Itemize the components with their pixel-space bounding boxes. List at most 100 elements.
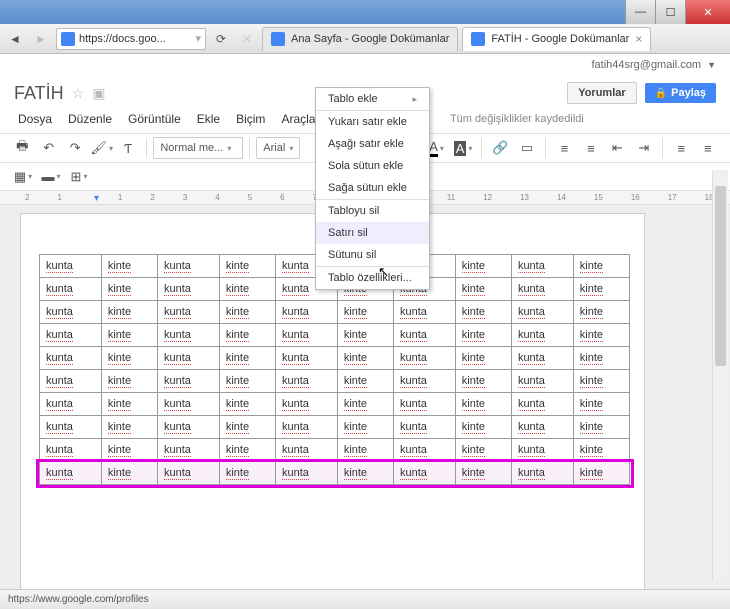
outdent-icon[interactable]: ⇤ [605,136,629,160]
menu-ekle[interactable]: Ekle [189,109,228,129]
table-cell[interactable]: kinte [573,370,629,393]
table-cell[interactable]: kunta [157,278,219,301]
table-cell[interactable]: kunta [511,347,573,370]
merge-icon[interactable]: ▬ [38,165,64,189]
table-cell[interactable]: kunta [511,370,573,393]
table-cell[interactable]: kunta [393,301,455,324]
print-icon[interactable]: 🖶 [10,136,34,160]
table-cell[interactable]: kinte [573,278,629,301]
scrollbar-thumb[interactable] [715,186,726,366]
table-cell[interactable]: kunta [275,439,337,462]
table-cell[interactable]: kinte [455,347,511,370]
vertical-scrollbar[interactable] [712,170,728,580]
menu-item[interactable]: Yukarı satır ekle [316,111,429,133]
window-close-button[interactable]: ✕ [685,0,730,24]
table-cell[interactable]: kunta [40,278,102,301]
table-cell[interactable]: kunta [40,301,102,324]
table-cell[interactable]: kinte [101,462,157,485]
table-cell[interactable]: kunta [275,462,337,485]
redo-icon[interactable]: ↷ [63,136,87,160]
star-icon[interactable]: ☆ [72,85,85,102]
user-email[interactable]: fatih44srg@gmail.com [591,59,701,71]
numbered-list-icon[interactable]: ≡ [552,136,576,160]
table-cell[interactable]: kinte [455,255,511,278]
forward-icon[interactable]: ► [30,28,52,50]
table-cell[interactable]: kinte [455,324,511,347]
table-cell[interactable]: kinte [219,462,275,485]
table-cell[interactable]: kunta [511,255,573,278]
link-icon[interactable]: 🔗 [488,136,512,160]
window-maximize-button[interactable]: ☐ [655,0,685,24]
table-cell[interactable]: kunta [393,370,455,393]
table-cell[interactable]: kinte [219,416,275,439]
image-icon[interactable]: ▭ [515,136,539,160]
table-row[interactable]: kuntakintekuntakintekuntakintekuntakinte… [40,301,630,324]
refresh-icon[interactable]: ⟳ [210,28,232,50]
menu-item[interactable]: Aşağı satır ekle [316,133,429,155]
table-cell[interactable]: kinte [573,301,629,324]
table-cell[interactable]: kunta [511,301,573,324]
table-cell[interactable]: kunta [393,324,455,347]
table-cell[interactable]: kinte [337,347,393,370]
back-icon[interactable]: ◄ [4,28,26,50]
table-cell[interactable]: kunta [511,278,573,301]
table-cell[interactable]: kunta [511,462,573,485]
menu-item[interactable]: Satırı sil [316,222,429,244]
share-button[interactable]: 🔒 Paylaş [645,83,716,103]
table-cell[interactable]: kunta [157,301,219,324]
table-cell[interactable]: kinte [101,324,157,347]
table-cell[interactable]: kunta [40,255,102,278]
table-row[interactable]: kuntakintekuntakintekuntakintekuntakinte… [40,370,630,393]
ruler-marker-icon[interactable]: ▾ [94,193,99,204]
table-cell[interactable]: kunta [393,347,455,370]
table-cell[interactable]: kinte [455,439,511,462]
comments-button[interactable]: Yorumlar [567,82,636,104]
align-icon[interactable]: ≡ [669,136,693,160]
table-cell[interactable]: kunta [275,347,337,370]
table-row[interactable]: kuntakintekuntakintekuntakintekuntakinte… [40,462,630,485]
tab-close-icon[interactable]: × [635,32,642,46]
table-cell[interactable]: kinte [337,324,393,347]
table-cell[interactable]: kunta [511,439,573,462]
table-cell[interactable]: kinte [337,462,393,485]
table-cell[interactable]: kinte [573,462,629,485]
table-cell[interactable]: kinte [219,439,275,462]
table-cell[interactable]: kinte [573,393,629,416]
table-cell[interactable]: kinte [101,370,157,393]
menu-item[interactable]: Sola sütun ekle [316,155,429,177]
table-cell[interactable]: kunta [275,393,337,416]
table-cell[interactable]: kunta [40,462,102,485]
table-cell[interactable]: kunta [511,393,573,416]
table-cell[interactable]: kunta [40,347,102,370]
table-cell[interactable]: kinte [455,278,511,301]
table-cell[interactable]: kunta [393,462,455,485]
table-cell[interactable]: kunta [275,324,337,347]
table-cell[interactable]: kunta [157,393,219,416]
table-cell[interactable]: kunta [157,347,219,370]
table-cell[interactable]: kinte [101,439,157,462]
table-cell[interactable]: kinte [573,347,629,370]
table-cell[interactable]: kunta [393,439,455,462]
folder-icon[interactable]: ▣ [92,85,105,102]
table-cell[interactable]: kinte [573,439,629,462]
table-cell[interactable]: kinte [337,439,393,462]
table-cell[interactable]: kinte [101,278,157,301]
table-cell[interactable]: kunta [157,255,219,278]
table-cell[interactable]: kinte [101,416,157,439]
border-icon[interactable]: ▦ [10,165,36,189]
table-cell[interactable]: kunta [40,393,102,416]
table-cell[interactable]: kunta [511,324,573,347]
bulleted-list-icon[interactable]: ≡ [579,136,603,160]
table-row[interactable]: kuntakintekuntakintekuntakintekuntakinte… [40,393,630,416]
menu-item[interactable]: Sağa sütun ekle [316,177,429,199]
align-cell-icon[interactable]: ⊞ [66,165,92,189]
menu-düzenle[interactable]: Düzenle [60,109,120,129]
table-cell[interactable]: kinte [455,370,511,393]
table-cell[interactable]: kinte [219,393,275,416]
table-cell[interactable]: kinte [219,301,275,324]
table-row[interactable]: kuntakintekuntakintekuntakintekuntakinte… [40,439,630,462]
table-row[interactable]: kuntakintekuntakintekuntakintekuntakinte… [40,416,630,439]
table-cell[interactable]: kinte [573,416,629,439]
paint-format-icon[interactable]: 🖌 [89,136,113,160]
menu-görüntüle[interactable]: Görüntüle [120,109,189,129]
